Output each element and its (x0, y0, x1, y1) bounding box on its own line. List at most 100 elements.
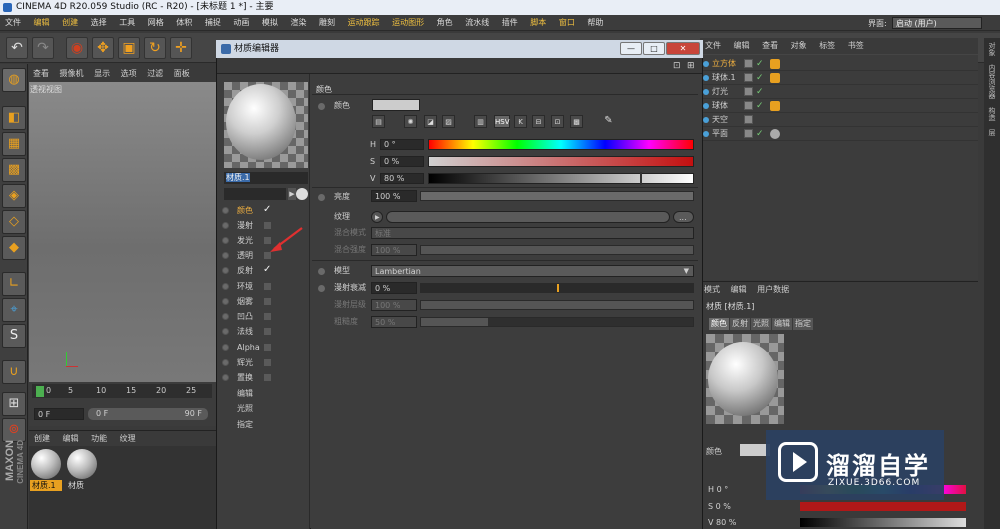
move-tool-icon[interactable]: ✥ (92, 37, 114, 59)
section-edit[interactable]: 编辑 (222, 387, 308, 400)
diffuse-falloff-field[interactable]: 0 % (371, 282, 417, 294)
menu-item[interactable]: 角色 (432, 15, 458, 31)
timeline-ruler[interactable]: 0 5 10 15 20 25 (32, 384, 212, 398)
menu-item[interactable]: 流水线 (460, 15, 494, 31)
attribute-tab[interactable]: 指定 (793, 318, 813, 330)
om-menu-item[interactable]: 文件 (700, 38, 726, 54)
channel-bump[interactable]: 凹凸 (222, 310, 308, 323)
close-button[interactable]: ✕ (666, 42, 700, 55)
menu-item[interactable]: 文件 (0, 15, 26, 31)
attribute-h-value[interactable]: 0 ° (717, 485, 729, 494)
menu-item[interactable]: 脚本 (525, 15, 551, 31)
side-tab[interactable]: 层 (984, 125, 1000, 140)
channel-glow[interactable]: 辉光 (222, 356, 308, 369)
material-thumb[interactable]: 材质 (66, 448, 98, 492)
tag-icon[interactable] (770, 59, 780, 69)
menu-item[interactable]: 运动跟踪 (343, 15, 385, 31)
check-icon[interactable]: ✓ (756, 99, 764, 113)
menu-item[interactable]: 雕刻 (314, 15, 340, 31)
viewport-menu-item[interactable]: 显示 (90, 66, 114, 82)
menu-item[interactable]: 编辑 (29, 15, 55, 31)
brightness-field[interactable]: 100 % (371, 190, 417, 202)
rgb-icon[interactable]: ▥ (474, 115, 487, 128)
new-window-icon[interactable]: ⊞ (687, 61, 695, 71)
cube-mode-icon[interactable]: ◧ (2, 106, 26, 130)
playhead[interactable] (36, 386, 44, 397)
menu-item[interactable]: 运动图形 (387, 15, 429, 31)
object-row[interactable]: 立方体 ✓ (700, 57, 978, 71)
menu-item[interactable]: 插件 (497, 15, 523, 31)
checkbox[interactable] (264, 359, 271, 366)
mm-menu-item[interactable]: 功能 (86, 431, 112, 447)
model-select[interactable]: Lambertian ▼ (371, 265, 694, 277)
texture-slot[interactable] (386, 211, 670, 223)
swatch-icon[interactable]: ⊡ (551, 115, 564, 128)
menu-item[interactable]: 网格 (143, 15, 169, 31)
polygons-mode-icon[interactable]: ◆ (2, 236, 26, 260)
am-menu-item[interactable]: 用户数据 (753, 282, 793, 298)
lock-icon[interactable]: ⊡ (673, 61, 681, 71)
section-assignment[interactable]: 指定 (222, 418, 308, 431)
kelvin-icon[interactable]: K (514, 115, 527, 128)
mix-mode-select[interactable]: 标准 (371, 227, 694, 239)
hue-field[interactable]: 0 ° (380, 139, 424, 150)
menu-item[interactable]: 创建 (57, 15, 83, 31)
mix-strength-slider[interactable] (420, 245, 694, 255)
color-swatch[interactable] (372, 99, 420, 111)
sat-field[interactable]: 0 % (380, 156, 424, 167)
val-slider[interactable] (428, 173, 694, 184)
object-row[interactable]: 球体 ✓ (700, 99, 978, 113)
channel-search-field[interactable] (224, 188, 286, 200)
channel-environment[interactable]: 环境 (222, 280, 308, 293)
select-tool-icon[interactable]: ◉ (66, 37, 88, 59)
side-tab[interactable]: 内容浏览器 (984, 60, 1000, 103)
channel-displacement[interactable]: 置换 (222, 371, 308, 384)
attribute-tab[interactable]: 光照 (751, 318, 771, 330)
channel-alpha[interactable]: Alpha (222, 341, 308, 354)
roughness-field[interactable]: 50 % (371, 316, 417, 328)
tweak-icon[interactable]: ⌖ (2, 298, 26, 322)
points-mode-icon[interactable]: ◈ (2, 184, 26, 208)
gradient-icon[interactable]: ◪ (424, 115, 437, 128)
sat-slider[interactable] (428, 156, 694, 167)
brightness-slider[interactable] (420, 191, 694, 201)
section-illumination[interactable]: 光照 (222, 402, 308, 415)
checkbox[interactable] (264, 344, 271, 351)
material-name-field[interactable]: 材质.1 (224, 172, 308, 184)
checkbox[interactable] (264, 328, 271, 335)
layout-select[interactable]: 启动 (用户) (892, 17, 982, 29)
menu-item[interactable]: 工具 (114, 15, 140, 31)
viewport-menu-item[interactable]: 过滤 (143, 66, 167, 82)
val-field[interactable]: 80 % (380, 173, 424, 184)
side-tab[interactable]: 构造 (984, 103, 1000, 125)
om-menu-item[interactable]: 编辑 (729, 38, 755, 54)
viewport-menu-item[interactable]: 面板 (170, 66, 194, 82)
object-row[interactable]: 球体.1 ✓ (700, 71, 978, 85)
snap-icon[interactable]: S (2, 324, 26, 348)
diffuse-level-slider[interactable] (420, 300, 694, 310)
roughness-slider[interactable] (420, 317, 694, 327)
viewport-menu-item[interactable]: 摄像机 (56, 66, 88, 82)
cursor-icon[interactable] (296, 188, 308, 200)
texture-browse-button[interactable]: ... (673, 211, 694, 223)
attribute-sat-bar[interactable] (800, 502, 966, 511)
diffuse-level-field[interactable]: 100 % (371, 299, 417, 311)
axis-tool-icon[interactable]: ✛ (170, 37, 192, 59)
menu-item[interactable]: 窗口 (554, 15, 580, 31)
checkbox[interactable] (264, 283, 271, 290)
mm-menu-item[interactable]: 编辑 (58, 431, 84, 447)
hsv-button[interactable]: HSV (494, 115, 510, 128)
viewport-menu-item[interactable]: 选项 (117, 66, 141, 82)
menu-item[interactable]: 体积 (171, 15, 197, 31)
channel-reflectance[interactable]: 反射 ✓ (222, 264, 308, 277)
check-icon[interactable]: ✓ (756, 57, 764, 71)
am-menu-item[interactable]: 模式 (700, 282, 724, 298)
diffuse-falloff-slider[interactable] (420, 283, 694, 293)
viewport-menu-item[interactable]: 查看 (29, 66, 53, 82)
attribute-v-value[interactable]: 80 % (716, 518, 736, 527)
attribute-val-bar[interactable] (800, 518, 966, 527)
menu-item[interactable]: 帮助 (582, 15, 608, 31)
menu-item[interactable]: 捕捉 (200, 15, 226, 31)
check-icon[interactable]: ✓ (756, 85, 764, 99)
menu-item[interactable]: 模拟 (257, 15, 283, 31)
